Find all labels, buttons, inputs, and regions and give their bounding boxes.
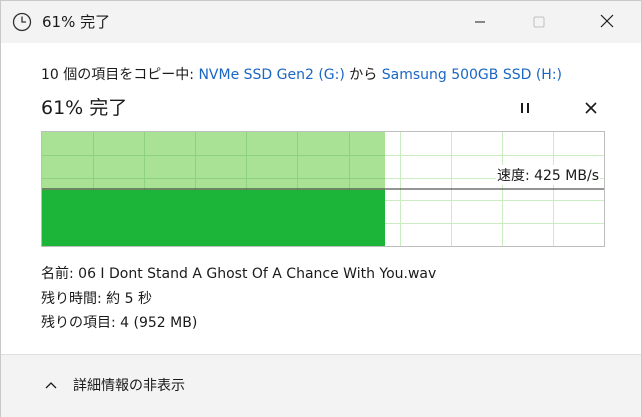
hide-details-button[interactable]: 詳細情報の非表示: [45, 375, 185, 395]
minimize-icon: [474, 13, 486, 32]
progress-title: 61% 完了: [41, 97, 128, 119]
maximize-button[interactable]: [516, 1, 562, 43]
clock-icon: [12, 12, 32, 32]
close-button[interactable]: [584, 1, 630, 43]
destination-link[interactable]: Samsung 500GB SSD (H:): [382, 67, 562, 83]
hide-details-label: 詳細情報の非表示: [73, 378, 185, 394]
file-name: 名前: 06 I Dont Stand A Ghost Of A Chance …: [41, 266, 437, 282]
source-link[interactable]: NVMe SSD Gen2 (G:): [198, 67, 344, 83]
time-remaining: 残り時間: 約 5 秒: [41, 291, 152, 307]
minimize-button[interactable]: [457, 1, 503, 43]
copy-progress-window: 61% 完了 10 個の項目をコピー中: NVMe SSD Gen2 (G:) …: [0, 0, 642, 417]
items-remaining: 残りの項目: 4 (952 MB): [41, 315, 198, 331]
copy-prefix: 10 個の項目をコピー中:: [41, 67, 199, 83]
chevron-up-icon: [45, 377, 57, 393]
copy-middle: から: [344, 67, 382, 83]
speed-graph-canvas: [42, 132, 604, 246]
footer-bar: 詳細情報の非表示: [1, 354, 641, 417]
pause-button[interactable]: [512, 95, 538, 121]
speed-fill: [42, 190, 385, 246]
cancel-icon: [585, 99, 597, 118]
pause-icon: [519, 99, 531, 118]
transfer-speed-graph: 速度: 425 MB/s: [41, 131, 605, 247]
copy-description: 10 個の項目をコピー中: NVMe SSD Gen2 (G:) から Sams…: [41, 64, 562, 84]
close-icon: [600, 13, 614, 32]
maximize-icon: [533, 13, 545, 32]
speed-label: 速度: 425 MB/s: [495, 165, 600, 185]
window-title: 61% 完了: [42, 13, 111, 31]
cancel-button[interactable]: [578, 95, 604, 121]
title-bar[interactable]: 61% 完了: [1, 1, 641, 43]
